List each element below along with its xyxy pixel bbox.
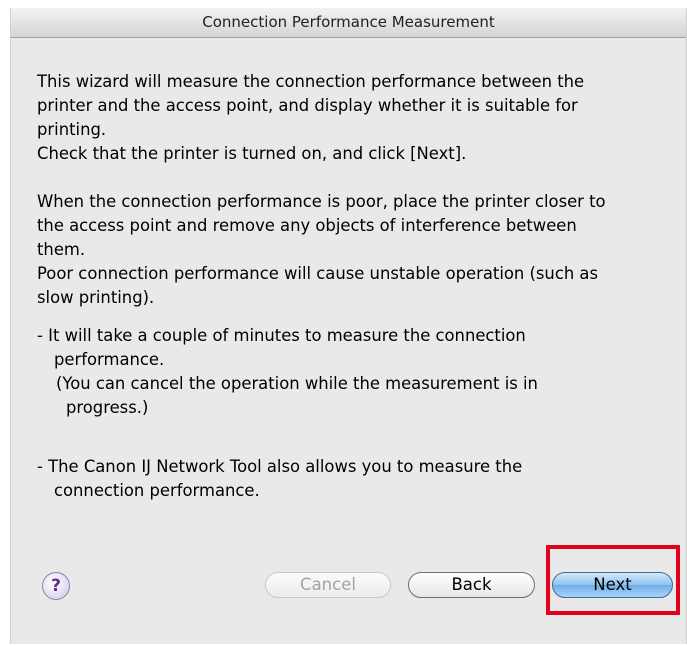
bullet-line: performance.: [54, 350, 165, 369]
advice-line: Poor connection performance will cause u…: [37, 264, 599, 283]
advice-line: When the connection performance is poor,…: [37, 192, 606, 211]
advice-line: slow printing).: [37, 288, 155, 307]
intro-line: This wizard will measure the connection …: [37, 72, 585, 91]
advice-line: them.: [37, 240, 86, 259]
instructions-text: This wizard will measure the connection …: [37, 70, 677, 503]
window-title: Connection Performance Measurement: [11, 8, 686, 38]
dialog-window: Connection Performance Measurement This …: [10, 8, 687, 644]
next-highlight-box: [546, 545, 680, 615]
bullet-line: - It will take a couple of minutes to me…: [37, 326, 526, 345]
bullet-note-line: progress.): [66, 398, 149, 417]
intro-line: printing.: [37, 120, 107, 139]
help-button[interactable]: ?: [42, 572, 70, 600]
cancel-button: Cancel: [265, 572, 391, 598]
intro-line: printer and the access point, and displa…: [37, 96, 578, 115]
bullet-line: connection performance.: [54, 481, 260, 500]
back-button[interactable]: Back: [408, 572, 535, 598]
advice-line: the access point and remove any objects …: [37, 216, 577, 235]
bullet-line: - The Canon IJ Network Tool also allows …: [37, 457, 523, 476]
intro-line: Check that the printer is turned on, and…: [37, 144, 467, 163]
bullet-note-line: (You can cancel the operation while the …: [56, 374, 538, 393]
